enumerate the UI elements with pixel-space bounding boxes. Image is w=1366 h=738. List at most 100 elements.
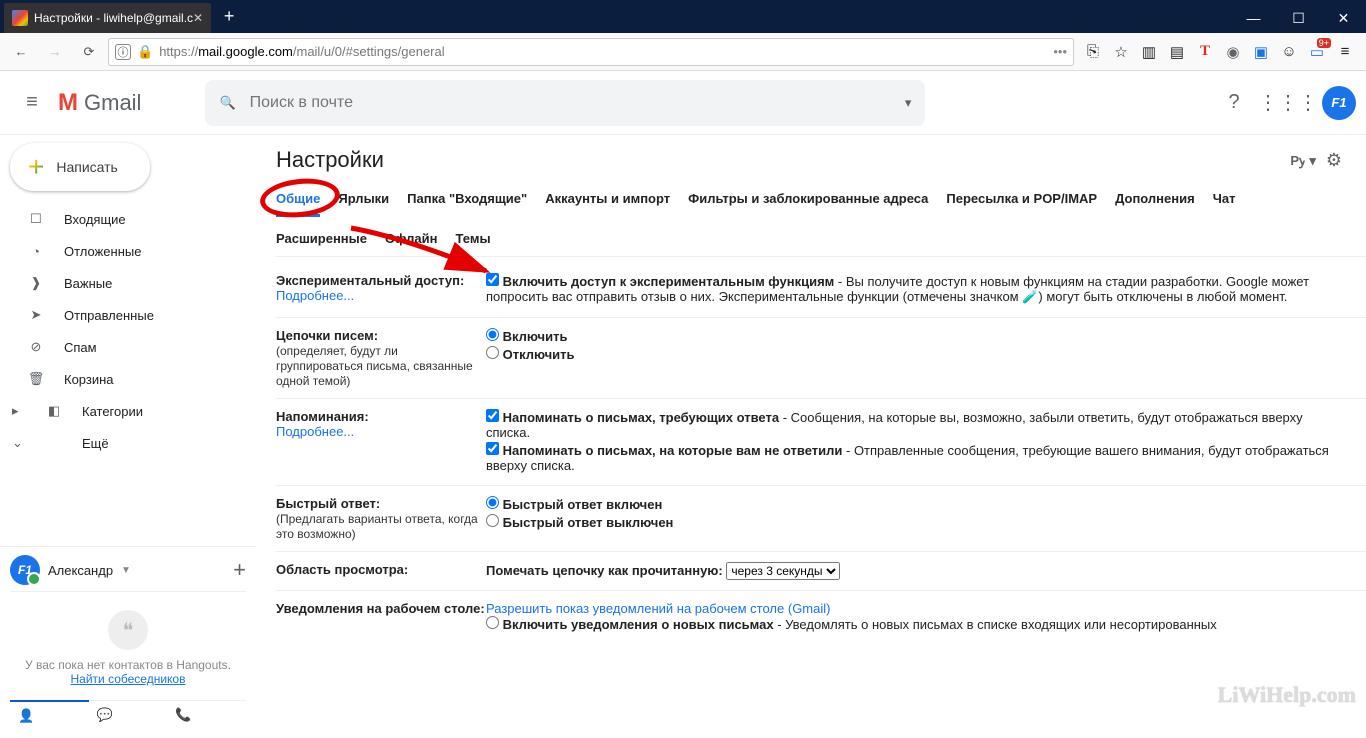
reader-icon[interactable]: ⎘ [1082,41,1104,63]
nudge-followup-checkbox[interactable] [486,442,499,455]
sidebar-item-snoozed[interactable]: ◔Отложенные [0,235,246,267]
hangouts-new-chat-button[interactable]: + [233,557,246,583]
learn-more-link[interactable]: Подробнее... [276,288,354,303]
smartreply-on-radio-label[interactable]: Быстрый ответ включен [486,496,1346,512]
window-close-button[interactable]: ✕ [1321,3,1366,33]
site-info-icon[interactable]: ⓘ [115,44,131,60]
ext-t-icon[interactable]: T [1194,41,1216,63]
chevron-right-icon: ▸ [12,403,26,419]
tab-general[interactable]: Общие [276,191,320,217]
sidebar-item-inbox[interactable]: ☐Входящие [0,203,246,235]
setting-label-notifications: Уведомления на рабочем столе: [276,601,486,634]
url-input[interactable]: ⓘ 🔒 https://mail.google.com/mail/u/0/#se… [108,38,1074,66]
tab-inbox[interactable]: Папка "Входящие" [407,191,527,217]
sidebar-icon[interactable]: ▤ [1166,41,1188,63]
experimental-checkbox[interactable] [486,273,499,286]
back-button[interactable]: ← [6,37,36,67]
nudge-reply-checkbox[interactable] [486,409,499,422]
hangouts-empty-icon: ❝ [108,610,148,650]
browser-menu-icon[interactable]: ≡ [1334,41,1356,63]
apps-button[interactable]: ⋮⋮⋮ [1268,83,1308,123]
notif-new-radio-label[interactable]: Включить уведомления о новых письмах - У… [486,616,1346,632]
search-options-icon[interactable]: ▾ [905,95,912,111]
experimental-checkbox-label[interactable]: Включить доступ к экспериментальным функ… [486,273,1346,305]
sent-icon: ➤ [26,307,46,323]
trash-icon: 🗑 [26,371,46,387]
reload-button[interactable]: ⟳ [74,37,104,67]
ext-abp-icon[interactable]: ◉ [1222,41,1244,63]
tab-addons[interactable]: Дополнения [1115,191,1195,217]
hangouts-empty-text: У вас пока нет контактов в Hangouts. [16,658,240,672]
mark-read-select[interactable]: через 3 секунды [726,562,840,580]
sidebar-item-sent[interactable]: ➤Отправленные [0,299,246,331]
hangouts-dropdown-icon[interactable]: ▼ [121,565,131,576]
compose-button[interactable]: + Написать [10,143,150,191]
setting-label-experimental: Экспериментальный доступ: Подробнее... [276,273,486,307]
window-maximize-button[interactable]: ☐ [1276,3,1321,33]
search-bar[interactable]: 🔍 ▾ [205,80,925,126]
library-icon[interactable]: ▥ [1138,41,1160,63]
forward-button[interactable]: → [40,37,70,67]
plus-icon: + [28,151,44,183]
profile-icon[interactable]: ☺ [1278,41,1300,63]
tab-forwarding[interactable]: Пересылка и POP/IMAP [946,191,1097,217]
tab-filters[interactable]: Фильтры и заблокированные адреса [688,191,928,217]
sidebar-item-categories[interactable]: ▸◧Категории [0,395,246,427]
setting-label-smartreply: Быстрый ответ: (Предлагать варианты отве… [276,496,486,541]
smartreply-off-radio[interactable] [486,514,499,527]
window-minimize-button[interactable]: — [1231,3,1276,33]
hangouts-user-row[interactable]: F1 Александр ▼ + [10,555,246,592]
enable-notifications-link[interactable]: Разрешить показ уведомлений на рабочем с… [486,601,830,616]
nudge-followup-checkbox-label[interactable]: Напоминать о письмах, на которые вам не … [486,442,1346,473]
hangouts-avatar: F1 [10,555,40,585]
tab-advanced[interactable]: Расширенные [276,231,367,246]
input-tools-button[interactable]: Рꭚ ▾ [1290,151,1315,169]
hangouts-tab-chat[interactable]: 💬 [89,701,168,730]
tab-themes[interactable]: Темы [456,231,491,246]
settings-gear-icon[interactable]: ⚙ [1326,150,1342,171]
lock-icon: 🔒 [137,44,153,60]
tab-offline[interactable]: Офлайн [385,231,438,246]
tab-title: Настройки - liwihelp@gmail.c [34,11,193,25]
browser-tab[interactable]: Настройки - liwihelp@gmail.c ✕ [4,3,211,33]
setting-label-nudges: Напоминания: Подробнее... [276,409,486,475]
page-title: Настройки [276,147,384,173]
main-menu-button[interactable]: ≡ [10,81,54,125]
learn-more-link[interactable]: Подробнее... [276,424,354,439]
tab-favicon [12,10,28,26]
hangouts-tab-phone[interactable]: 📞 [167,701,246,730]
spam-icon: ⊘ [26,339,46,355]
sidebar-item-trash[interactable]: 🗑Корзина [0,363,246,395]
tab-chat[interactable]: Чат [1213,191,1236,217]
gmail-m-icon: M [58,89,78,117]
support-button[interactable]: ? [1214,83,1254,123]
tab-accounts[interactable]: Аккаунты и импорт [545,191,670,217]
page-actions-icon[interactable]: ••• [1053,44,1067,59]
conversation-off-radio-label[interactable]: Отключить [486,346,1346,362]
bookmark-icon[interactable]: ☆ [1110,41,1132,63]
conversation-off-radio[interactable] [486,346,499,359]
hangouts-tab-contacts[interactable]: 👤 [10,700,89,730]
gmail-logo[interactable]: M Gmail [58,89,141,117]
tab-labels[interactable]: Ярлыки [338,191,389,217]
notif-new-radio[interactable] [486,616,499,629]
hangouts-find-link[interactable]: Найти собеседников [16,672,240,686]
new-tab-button[interactable]: + [215,6,243,27]
tab-close-icon[interactable]: ✕ [193,11,203,25]
sidebar-item-important[interactable]: ❱Важные [0,267,246,299]
smartreply-on-radio[interactable] [486,496,499,509]
important-icon: ❱ [26,275,46,291]
nudge-reply-checkbox-label[interactable]: Напоминать о письмах, требующих ответа -… [486,409,1346,440]
conversation-on-radio[interactable] [486,328,499,341]
clock-icon: ◔ [26,244,46,259]
search-input[interactable] [250,94,891,112]
address-bar: ← → ⟳ ⓘ 🔒 https://mail.google.com/mail/u… [0,33,1366,71]
conversation-on-radio-label[interactable]: Включить [486,328,1346,344]
sidebar-item-spam[interactable]: ⊘Спам [0,331,246,363]
chevron-down-icon: ⌄ [12,435,26,451]
smartreply-off-radio-label[interactable]: Быстрый ответ выключен [486,514,1346,530]
sidebar-item-more[interactable]: ⌄Ещё [0,427,246,459]
ext-screenshot-icon[interactable]: ▣ [1250,41,1272,63]
ext-badge-icon[interactable]: ▭9+ [1306,41,1328,63]
account-avatar[interactable]: F1 [1322,86,1356,120]
